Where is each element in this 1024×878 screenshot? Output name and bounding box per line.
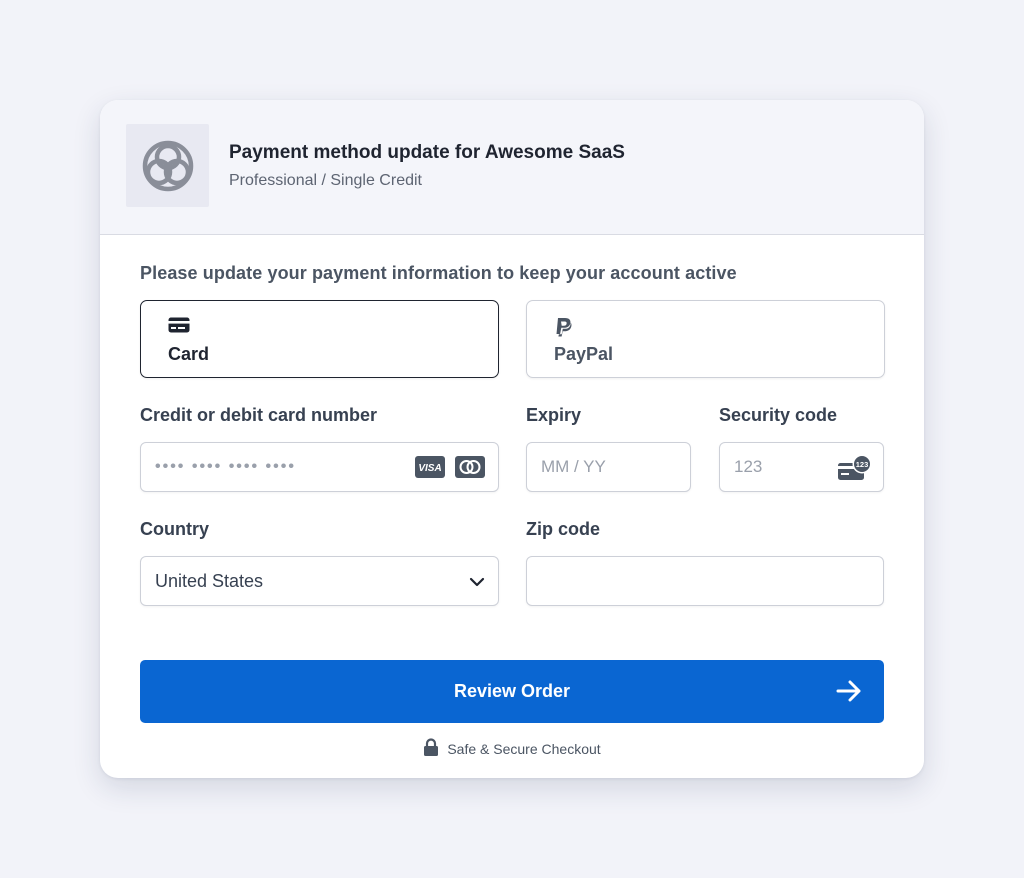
- card-number-label: Credit or debit card number: [140, 405, 378, 425]
- country-select[interactable]: United States: [140, 556, 499, 606]
- visa-icon: VISA: [415, 456, 445, 483]
- secure-checkout-text: Safe & Secure Checkout: [447, 740, 601, 757]
- mastercard-icon: [455, 456, 485, 483]
- expiry-input[interactable]: [527, 443, 690, 491]
- zip-input[interactable]: [527, 557, 883, 605]
- security-code-label: Security code: [719, 405, 838, 425]
- payment-method-paypal-label: PayPal: [554, 344, 614, 364]
- company-logo: [126, 124, 209, 207]
- intro-text: Please update your payment information t…: [140, 263, 737, 283]
- credit-card-icon: [168, 317, 190, 338]
- checkout-header: Payment method update for Awesome SaaS P…: [100, 100, 924, 235]
- secure-checkout-note: Safe & Secure Checkout: [100, 738, 924, 759]
- review-order-button[interactable]: Review Order: [140, 660, 884, 723]
- page-title: Payment method update for Awesome SaaS: [229, 142, 625, 163]
- arrow-right-icon: [836, 680, 862, 705]
- lock-icon: [423, 738, 439, 759]
- paypal-icon: [554, 317, 572, 342]
- country-value: United States: [155, 571, 264, 591]
- plan-subtitle: Professional / Single Credit: [229, 172, 422, 189]
- card-number-field[interactable]: •••• •••• •••• •••• VISA: [140, 442, 499, 492]
- review-order-label: Review Order: [453, 681, 571, 701]
- zip-label: Zip code: [526, 519, 601, 539]
- checkout-card: Payment method update for Awesome SaaS P…: [100, 100, 924, 778]
- payment-method-paypal[interactable]: PayPal: [526, 300, 885, 378]
- payment-method-card-label: Card: [168, 344, 210, 364]
- expiry-field[interactable]: [526, 442, 691, 492]
- card-number-placeholder: •••• •••• •••• ••••: [155, 458, 296, 475]
- cvc-card-icon: 123: [837, 454, 873, 487]
- zip-field[interactable]: [526, 556, 884, 606]
- payment-method-card[interactable]: Card: [140, 300, 499, 378]
- chevron-down-icon: [468, 573, 486, 596]
- svg-text:123: 123: [856, 460, 869, 469]
- expiry-label: Expiry: [526, 405, 582, 425]
- svg-text:VISA: VISA: [418, 463, 441, 474]
- security-code-field[interactable]: 123: [719, 442, 884, 492]
- country-label: Country: [140, 519, 209, 539]
- trefoil-logo-icon: [142, 140, 193, 191]
